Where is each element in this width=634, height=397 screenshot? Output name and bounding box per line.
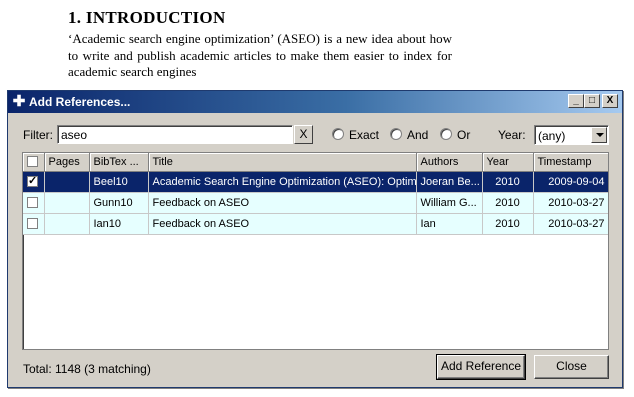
chevron-down-icon[interactable] <box>591 127 607 143</box>
row-checkbox-cell[interactable] <box>23 171 45 193</box>
cell-pages <box>44 213 90 235</box>
close-window-button[interactable]: X <box>602 94 618 108</box>
row-checkbox[interactable] <box>27 218 38 230</box>
radio-or-label[interactable]: Or <box>457 128 470 142</box>
select-all-checkbox[interactable] <box>27 156 38 168</box>
year-select[interactable]: (any) <box>534 125 609 145</box>
table-row[interactable]: Ian10 Feedback on ASEO Ian 2010 2010-03-… <box>23 213 608 235</box>
cell-authors: William G... <box>416 192 483 214</box>
add-references-dialog: ✚ Add References... _ □ X Filter: X Exac… <box>7 90 623 388</box>
cell-authors: Ian <box>416 213 483 235</box>
column-header-authors[interactable]: Authors <box>416 153 483 172</box>
filter-input[interactable] <box>57 125 293 144</box>
row-checkbox-cell[interactable] <box>23 213 45 235</box>
radio-exact-label[interactable]: Exact <box>349 128 379 142</box>
add-reference-button[interactable]: Add Reference <box>436 354 526 380</box>
row-checkbox[interactable] <box>27 174 38 188</box>
cell-year: 2010 <box>482 192 534 214</box>
cell-timestamp: 2010-03-27 <box>533 213 608 235</box>
column-header-pages[interactable]: Pages <box>44 153 90 172</box>
close-button[interactable]: Close <box>534 355 609 379</box>
cell-bibtex: Ian10 <box>89 213 149 235</box>
cell-timestamp: 2010-03-27 <box>533 192 608 214</box>
table-row[interactable]: Gunn10 Feedback on ASEO William G... 201… <box>23 192 608 214</box>
plus-icon: ✚ <box>12 93 26 110</box>
maximize-button[interactable]: □ <box>584 94 600 108</box>
row-checkbox-cell[interactable] <box>23 192 45 214</box>
cell-bibtex: Beel10 <box>89 171 149 193</box>
column-header-bibtex[interactable]: BibTex ... <box>89 153 149 172</box>
clear-filter-button[interactable]: X <box>294 125 313 144</box>
row-checkbox[interactable] <box>27 197 38 209</box>
radio-exact[interactable] <box>332 128 344 140</box>
document-heading: 1. INTRODUCTION <box>68 8 226 27</box>
table-header-row: Pages BibTex ... Title Authors Year Time… <box>23 153 608 172</box>
cell-authors: Joeran Be... <box>416 171 483 193</box>
dialog-title: Add References... <box>29 95 131 109</box>
cell-title: Feedback on ASEO <box>148 213 417 235</box>
column-header-select[interactable] <box>23 153 45 172</box>
cell-year: 2010 <box>482 171 534 193</box>
cell-year: 2010 <box>482 213 534 235</box>
radio-and-label[interactable]: And <box>407 128 428 142</box>
radio-and[interactable] <box>390 128 402 140</box>
cell-pages <box>44 192 90 214</box>
status-total: Total: 1148 (3 matching) <box>23 362 151 376</box>
cell-timestamp: 2009-09-04 <box>533 171 608 193</box>
column-header-timestamp[interactable]: Timestamp <box>533 153 608 172</box>
year-label: Year: <box>498 128 526 142</box>
table-row[interactable]: Beel10 Academic Search Engine Optimizati… <box>23 171 608 193</box>
radio-or[interactable] <box>440 128 452 140</box>
cell-title: Academic Search Engine Optimization (ASE… <box>148 171 417 193</box>
cell-bibtex: Gunn10 <box>89 192 149 214</box>
document-paragraph: ‘Academic search engine optimization’ (A… <box>68 31 452 79</box>
filter-label: Filter: <box>23 128 53 142</box>
column-header-year[interactable]: Year <box>482 153 534 172</box>
cell-pages <box>44 171 90 193</box>
references-table[interactable]: Pages BibTex ... Title Authors Year Time… <box>22 152 609 350</box>
year-selected-value: (any) <box>538 129 566 143</box>
cell-title: Feedback on ASEO <box>148 192 417 214</box>
column-header-title[interactable]: Title <box>148 153 417 172</box>
dialog-titlebar[interactable]: ✚ Add References... _ □ X <box>8 91 622 113</box>
minimize-button[interactable]: _ <box>568 94 584 108</box>
